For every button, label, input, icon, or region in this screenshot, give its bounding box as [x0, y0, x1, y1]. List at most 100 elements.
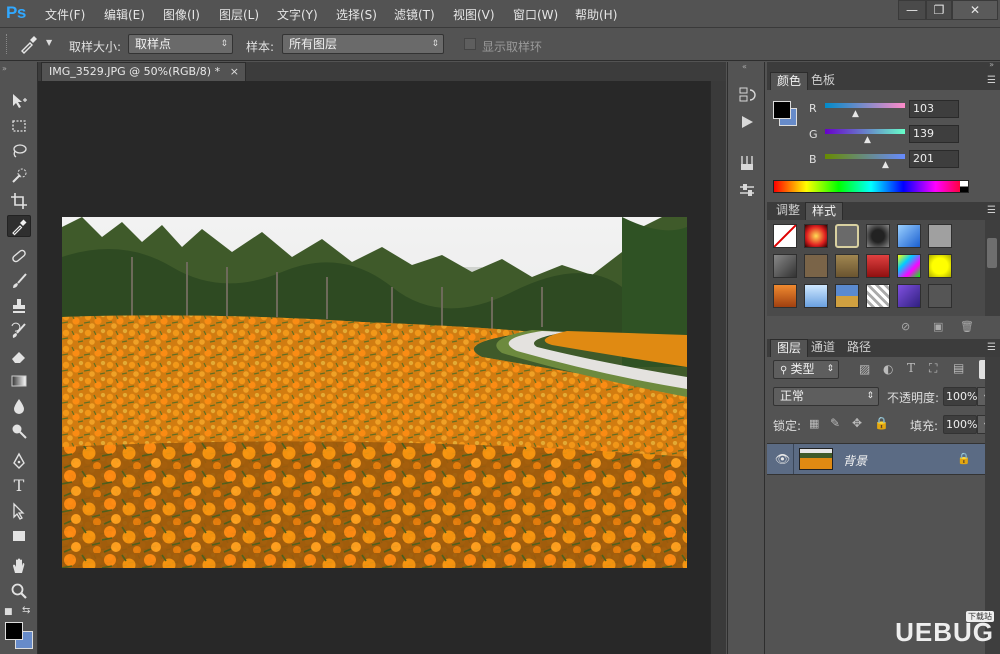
restore-button[interactable]: ❐	[926, 0, 952, 20]
default-colors-icon[interactable]: ■	[4, 607, 13, 617]
style-swatch[interactable]	[897, 254, 921, 278]
style-swatch[interactable]	[928, 224, 952, 248]
tab-channels[interactable]: 通道	[805, 339, 841, 357]
layer-row-background[interactable]: 👁 背景 🔒	[767, 443, 985, 475]
r-slider-thumb[interactable]: ▲	[852, 109, 859, 119]
close-tab-icon[interactable]: ×	[230, 63, 239, 80]
rectangle-tool[interactable]	[7, 525, 31, 547]
menu-help[interactable]: 帮助(H)	[575, 6, 617, 23]
sample-size-select[interactable]: 取样点 ⇕	[128, 34, 233, 54]
tab-paths[interactable]: 路径	[841, 339, 877, 357]
tool-presets-icon[interactable]	[737, 154, 757, 174]
r-slider-track[interactable]	[825, 103, 905, 108]
fill-field[interactable]: 100%	[943, 415, 977, 434]
menu-select[interactable]: 选择(S)	[336, 6, 377, 23]
lock-image-brush-icon[interactable]: ✎	[830, 416, 840, 430]
style-swatch[interactable]	[928, 284, 952, 308]
path-selection-tool[interactable]	[7, 500, 31, 522]
collapse-arrows-icon[interactable]: »	[2, 64, 7, 73]
tab-styles[interactable]: 样式	[805, 202, 844, 220]
lock-position-icon[interactable]: ✥	[852, 416, 862, 430]
style-swatch[interactable]	[835, 224, 859, 248]
panels-collapse-icon[interactable]: »	[989, 60, 994, 69]
swap-colors-icon[interactable]: ⇆	[22, 605, 30, 616]
show-sample-ring-checkbox[interactable]	[464, 38, 476, 50]
quick-selection-tool[interactable]	[7, 165, 31, 187]
g-slider-track[interactable]	[825, 129, 905, 134]
layers-scrollbar[interactable]	[985, 357, 1000, 654]
menu-filter[interactable]: 滤镜(T)	[394, 6, 435, 23]
tab-color[interactable]: 颜色	[770, 72, 809, 90]
history-brush-tool[interactable]	[7, 320, 31, 342]
marquee-tool[interactable]	[7, 115, 31, 137]
black-white-swatch[interactable]	[960, 181, 968, 192]
sample-select[interactable]: 所有图层 ⇕	[282, 34, 444, 54]
menu-type[interactable]: 文字(Y)	[277, 6, 318, 23]
filter-shape-icon[interactable]: ⛶	[929, 361, 937, 376]
style-none[interactable]	[773, 224, 797, 248]
b-slider-track[interactable]	[825, 154, 905, 159]
tab-layers[interactable]: 图层	[770, 339, 809, 357]
style-swatch[interactable]	[897, 284, 921, 308]
panel-menu-icon[interactable]: ☰	[987, 205, 996, 216]
menu-image[interactable]: 图像(I)	[163, 6, 200, 23]
blur-tool[interactable]	[7, 395, 31, 417]
new-style-icon[interactable]: ▣	[933, 320, 943, 333]
style-swatch[interactable]	[897, 224, 921, 248]
eraser-tool[interactable]	[7, 345, 31, 367]
filter-adjustment-icon[interactable]: ◐	[883, 362, 893, 376]
clone-stamp-tool[interactable]	[7, 295, 31, 317]
document-image[interactable]	[62, 217, 687, 568]
style-swatch[interactable]	[773, 254, 797, 278]
dock-collapse-icon[interactable]: «	[742, 62, 747, 71]
menu-edit[interactable]: 编辑(E)	[104, 6, 145, 23]
lasso-tool[interactable]	[7, 140, 31, 162]
menu-window[interactable]: 窗口(W)	[513, 6, 558, 23]
style-swatch[interactable]	[773, 284, 797, 308]
panel-menu-icon[interactable]: ☰	[987, 342, 996, 353]
type-tool[interactable]: T	[7, 475, 31, 497]
eyedropper-tool[interactable]	[7, 215, 31, 237]
b-value-field[interactable]: 201	[909, 150, 959, 168]
history-panel-icon[interactable]	[737, 86, 757, 106]
delete-style-clear-icon[interactable]: ⊘	[901, 320, 910, 333]
r-value-field[interactable]: 103	[909, 100, 959, 118]
styles-scrollbar[interactable]	[985, 220, 1000, 316]
gradient-tool[interactable]	[7, 370, 31, 392]
style-swatch[interactable]	[804, 284, 828, 308]
filter-smart-object-icon[interactable]: ▤	[953, 361, 964, 375]
spot-healing-tool[interactable]	[7, 245, 31, 267]
brush-tool[interactable]	[7, 270, 31, 292]
minimize-button[interactable]: —	[898, 0, 926, 20]
zoom-tool[interactable]	[7, 580, 31, 602]
panel-menu-icon[interactable]: ☰	[987, 75, 996, 86]
menu-file[interactable]: 文件(F)	[45, 6, 85, 23]
pen-tool[interactable]	[7, 450, 31, 472]
brush-settings-icon[interactable]	[737, 181, 757, 201]
eye-icon[interactable]: 👁	[775, 452, 790, 466]
lock-transparent-icon[interactable]: ▦	[809, 417, 819, 430]
style-swatch[interactable]	[804, 254, 828, 278]
menu-view[interactable]: 视图(V)	[453, 6, 495, 23]
styles-scroll-thumb[interactable]	[987, 238, 997, 268]
style-swatch[interactable]	[835, 284, 859, 308]
style-swatch[interactable]	[866, 224, 890, 248]
lock-all-icon[interactable]: 🔒	[874, 416, 889, 430]
tool-preset-picker[interactable]: ▼	[18, 34, 58, 56]
crop-tool[interactable]	[7, 190, 31, 212]
canvas-vertical-scrollbar[interactable]	[710, 81, 726, 654]
filter-pixel-icon[interactable]: ▨	[859, 362, 870, 376]
style-swatch[interactable]	[866, 284, 890, 308]
trash-icon[interactable]: 🗑	[960, 320, 974, 333]
g-slider-thumb[interactable]: ▲	[864, 135, 871, 145]
dodge-tool[interactable]	[7, 420, 31, 442]
actions-play-icon[interactable]	[737, 113, 757, 133]
filter-type-icon[interactable]: T	[907, 361, 915, 375]
close-window-button[interactable]: ✕	[952, 0, 998, 20]
color-spectrum-bar[interactable]	[773, 180, 969, 193]
color-foreground-swatch[interactable]	[773, 101, 791, 119]
style-swatch[interactable]	[804, 224, 828, 248]
menu-layer[interactable]: 图层(L)	[219, 6, 259, 23]
move-tool[interactable]	[7, 90, 31, 112]
b-slider-thumb[interactable]: ▲	[882, 160, 889, 170]
